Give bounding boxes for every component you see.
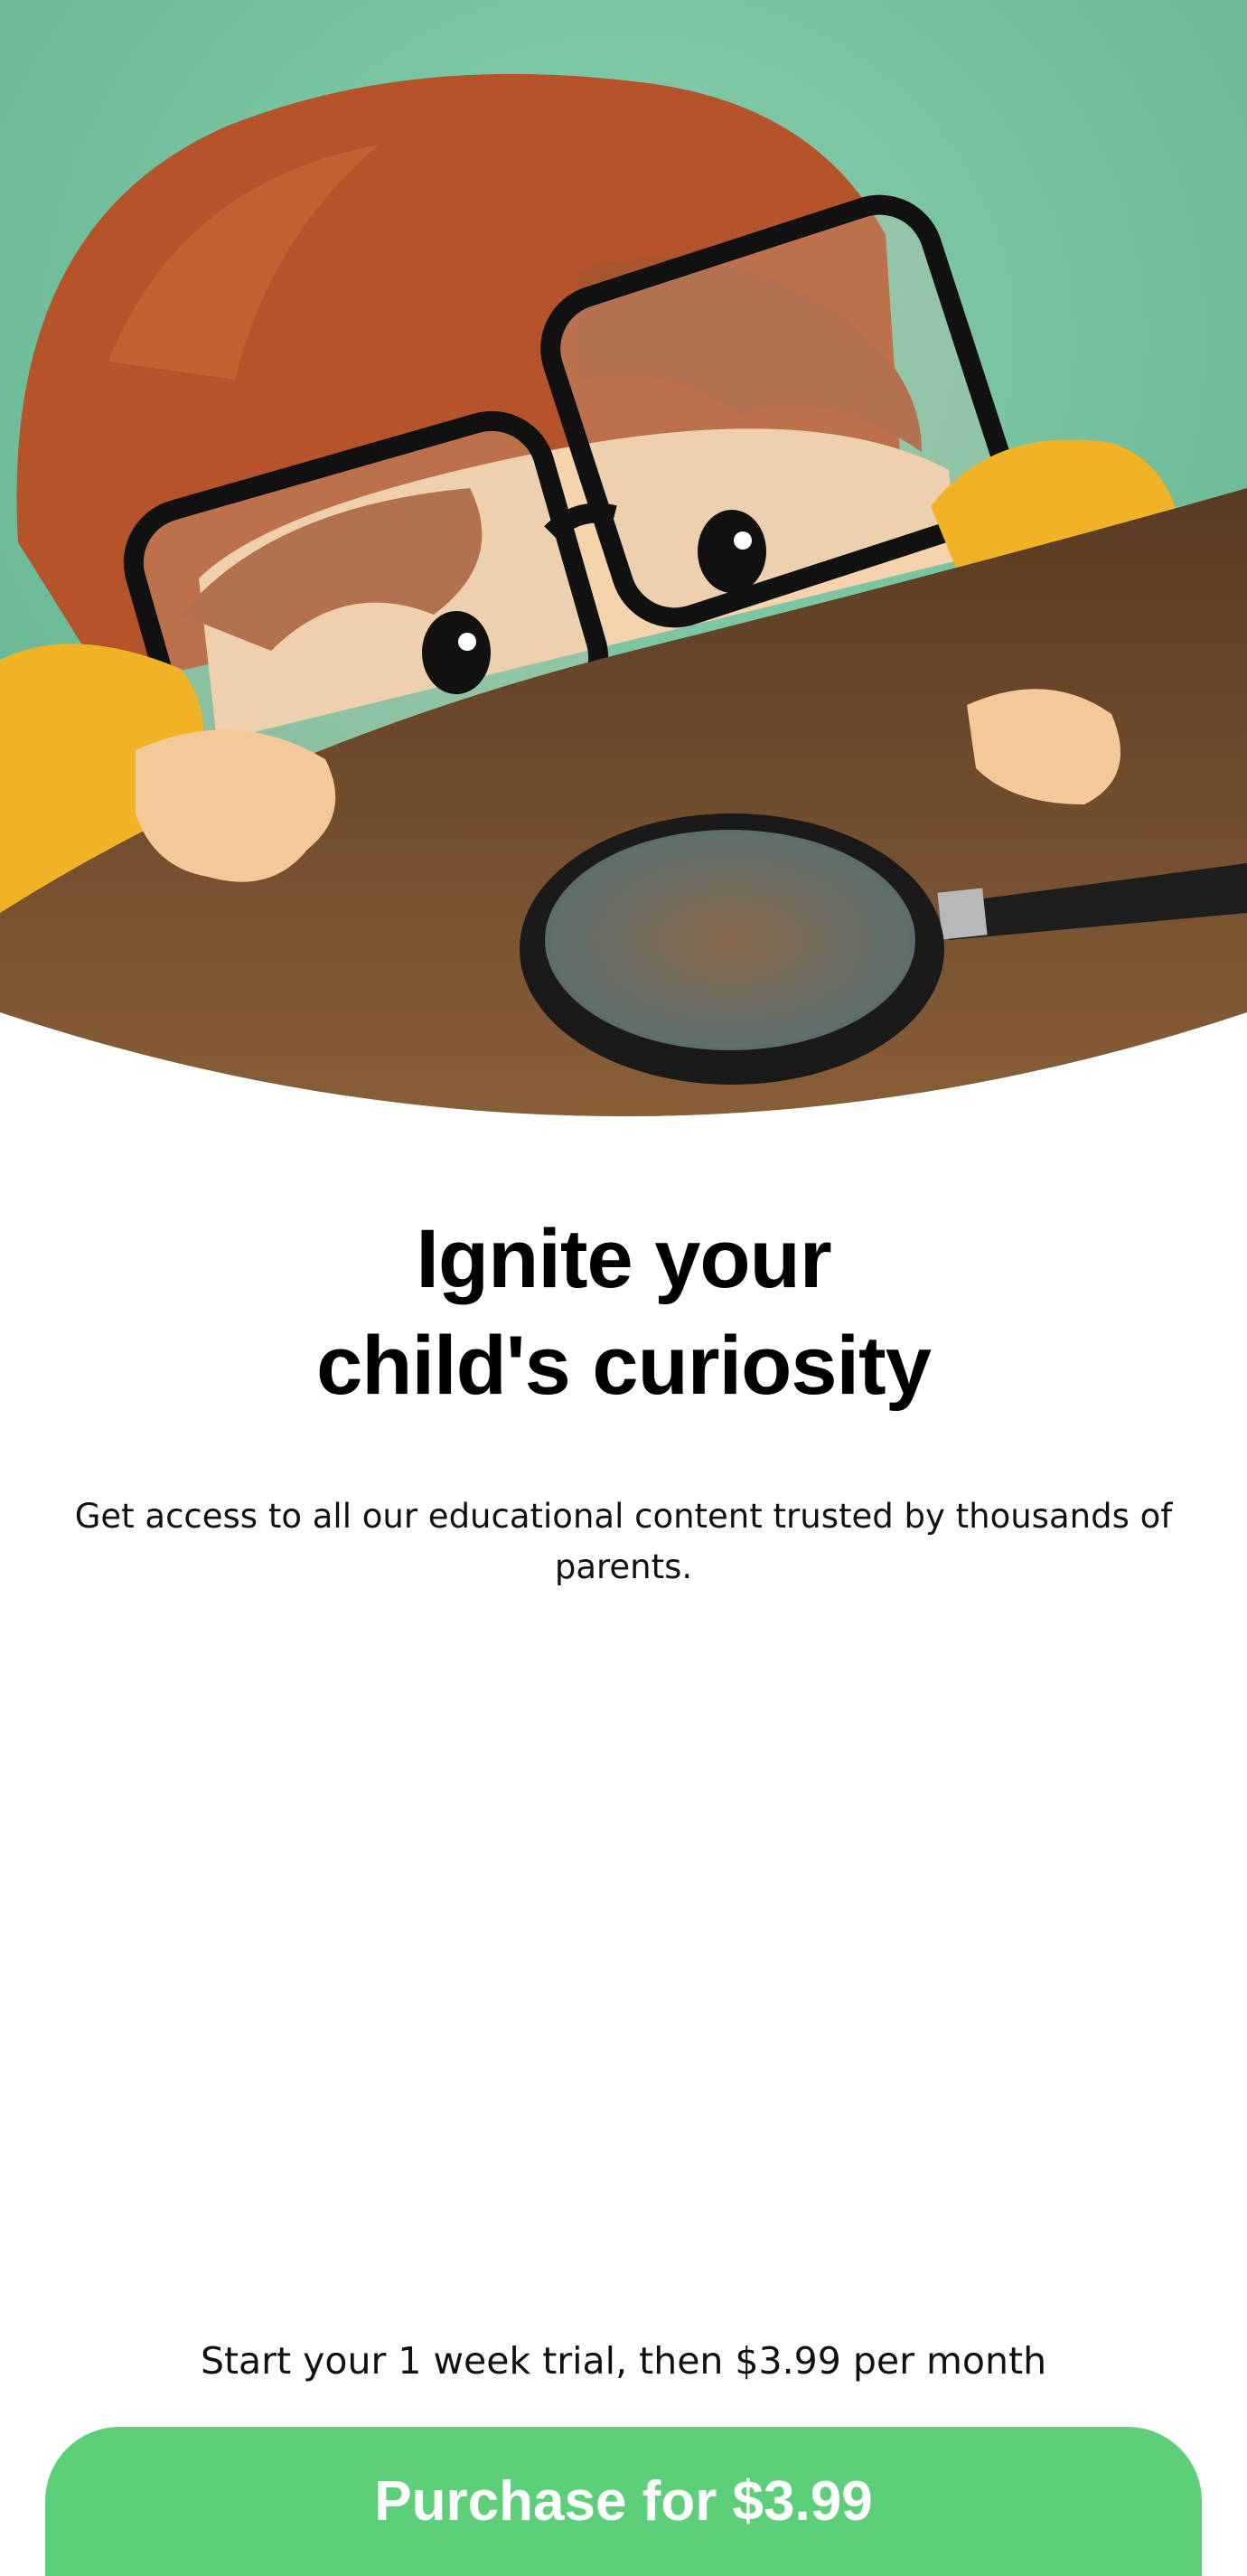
eye-left bbox=[422, 611, 491, 694]
hero-illustration bbox=[0, 0, 1247, 1130]
eye-right bbox=[698, 510, 766, 593]
title-line-2: child's curiosity bbox=[316, 1320, 932, 1412]
page-title: Ignite your child's curiosity bbox=[127, 1206, 1120, 1419]
trial-info: Start your 1 week trial, then $3.99 per … bbox=[200, 2339, 1047, 2383]
purchase-button[interactable]: Purchase for $3.99 bbox=[45, 2427, 1202, 2576]
title-line-1: Ignite your bbox=[416, 1213, 831, 1305]
subtitle: Get access to all our educational conten… bbox=[74, 1497, 1173, 1586]
